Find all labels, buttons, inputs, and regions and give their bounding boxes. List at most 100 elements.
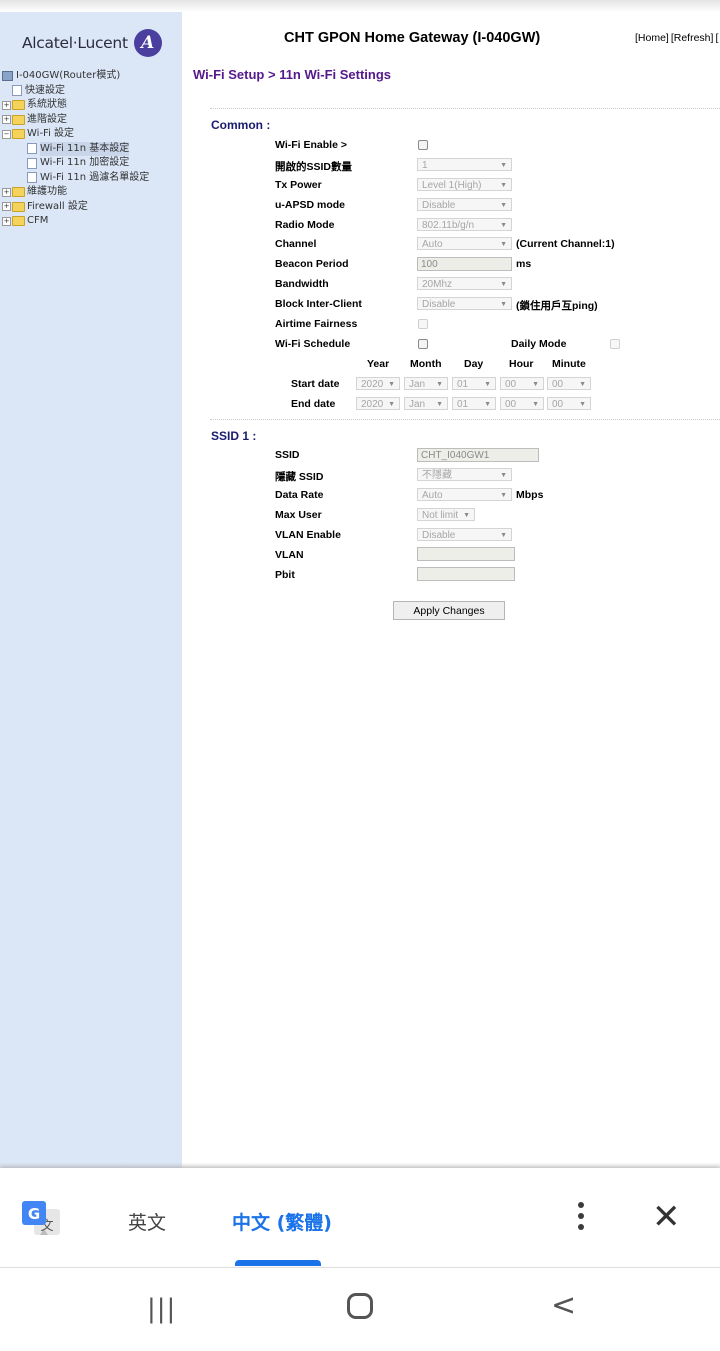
sidebar: Alcatel·Lucent A I-040GW(Router模式) 快速設定 … (0, 12, 182, 1168)
more-options-icon[interactable] (571, 1202, 591, 1236)
sidebar-item-advanced[interactable]: + 進階設定 (2, 113, 149, 128)
home-icon[interactable] (347, 1293, 373, 1319)
radio-mode-select[interactable]: 802.11b/g/n ▼ (417, 218, 512, 231)
back-icon[interactable]: < (551, 1288, 576, 1323)
sidebar-item-maintenance[interactable]: + 維護功能 (2, 185, 149, 200)
col-day: Day (464, 358, 484, 370)
expand-plus-icon[interactable]: + (2, 100, 11, 110)
beacon-period-input[interactable]: 100 (417, 257, 512, 271)
start-hour-select[interactable]: 00 ▼ (500, 377, 544, 390)
beacon-unit: ms (516, 258, 532, 270)
start-day-select[interactable]: 01 ▼ (452, 377, 496, 390)
sidebar-item-quick-setup[interactable]: 快速設定 (2, 84, 149, 99)
browser-top-shadow (0, 0, 720, 12)
page-icon (27, 143, 37, 155)
end-date-label: End date (291, 398, 336, 410)
vlan-input[interactable] (417, 547, 515, 561)
start-month-select[interactable]: Jan ▼ (404, 377, 448, 390)
block-inter-client-select[interactable]: Disable ▼ (417, 297, 512, 310)
airtime-fairness-checkbox[interactable] (418, 319, 428, 329)
chevron-down-icon: ▼ (388, 381, 395, 388)
daily-mode-checkbox[interactable] (610, 339, 620, 349)
google-translate-icon[interactable]: 文 G (22, 1201, 62, 1237)
block-inter-client-label: Block Inter-Client (275, 298, 362, 310)
pbit-input[interactable] (417, 567, 515, 581)
sidebar-item-firewall[interactable]: + Firewall 設定 (2, 200, 149, 215)
sidebar-item-wifi-setup[interactable]: − Wi-Fi 設定 (2, 127, 149, 142)
chevron-down-icon: ▼ (500, 182, 507, 189)
wifi-enable-checkbox[interactable] (418, 140, 428, 150)
bandwidth-label: Bandwidth (275, 278, 329, 290)
folder-icon (12, 187, 25, 198)
vlan-enable-select[interactable]: Disable ▼ (417, 528, 512, 541)
chevron-down-icon: ▼ (579, 381, 586, 388)
start-minute-select[interactable]: 00 ▼ (547, 377, 591, 390)
section-title-ssid1: SSID 1 : (211, 429, 257, 443)
uapsd-select[interactable]: Disable ▼ (417, 198, 512, 211)
tree-root[interactable]: I-040GW(Router模式) (2, 69, 149, 84)
close-icon[interactable]: ✕ (652, 1200, 681, 1234)
expand-plus-icon[interactable]: + (2, 202, 11, 212)
hide-ssid-label: 隱藏 SSID (275, 471, 324, 483)
data-rate-select[interactable]: Auto ▼ (417, 488, 512, 501)
recent-apps-icon[interactable]: ||| (147, 1294, 176, 1324)
sidebar-item-cfm[interactable]: + CFM (2, 214, 149, 229)
chevron-down-icon: ▼ (484, 381, 491, 388)
page-title: CHT GPON Home Gateway (I-040GW) (284, 30, 541, 46)
col-month: Month (410, 358, 442, 370)
expand-plus-icon[interactable]: + (2, 187, 11, 197)
folder-icon (12, 201, 25, 212)
wifi-schedule-checkbox[interactable] (418, 339, 428, 349)
chevron-down-icon: ▼ (500, 202, 507, 209)
folder-icon (12, 114, 25, 125)
vlan-label: VLAN (275, 549, 304, 561)
expand-plus-icon[interactable]: + (2, 115, 11, 125)
chevron-down-icon: ▼ (500, 222, 507, 229)
nav-tree: I-040GW(Router模式) 快速設定 + 系統狀態 + 進階設定 − Wi-F… (2, 69, 149, 229)
collapse-minus-icon[interactable]: − (2, 129, 11, 139)
hide-ssid-select[interactable]: 不隱藏 ▼ (417, 468, 512, 481)
end-hour-select[interactable]: 00 ▼ (500, 397, 544, 410)
end-day-select[interactable]: 01 ▼ (452, 397, 496, 410)
beacon-period-label: Beacon Period (275, 258, 349, 270)
refresh-link[interactable]: [Refresh] (671, 32, 714, 44)
bandwidth-select[interactable]: 20Mhz ▼ (417, 277, 512, 290)
end-minute-select[interactable]: 00 ▼ (547, 397, 591, 410)
uapsd-label: u-APSD mode (275, 199, 346, 211)
tab-source-language[interactable]: 英文 (128, 1208, 166, 1235)
svg-text:G: G (28, 1205, 40, 1223)
chevron-down-icon: ▼ (500, 162, 507, 169)
brand-logo[interactable]: Alcatel·Lucent A (22, 29, 162, 57)
home-link[interactable]: [Home] (635, 32, 669, 44)
header-links: [Home] [Refresh][ (635, 32, 720, 44)
current-channel-note: (Current Channel:1) (516, 238, 615, 250)
tab-target-language[interactable]: 中文 (繁體) (232, 1208, 332, 1235)
max-user-label: Max User (275, 509, 322, 521)
daily-mode-label: Daily Mode (511, 338, 567, 350)
ssid-label: SSID (275, 449, 300, 461)
sidebar-item-wifi-basic[interactable]: Wi-Fi 11n 基本設定 (2, 141, 149, 156)
page-icon (12, 85, 22, 97)
apply-changes-button[interactable]: Apply Changes (393, 601, 505, 620)
data-rate-unit: Mbps (516, 489, 544, 501)
folder-icon (12, 216, 25, 227)
sidebar-item-system-status[interactable]: + 系統狀態 (2, 98, 149, 113)
max-user-select[interactable]: Not limit ▼ (417, 508, 475, 521)
channel-select[interactable]: Auto ▼ (417, 237, 512, 250)
expand-plus-icon[interactable]: + (2, 216, 11, 226)
sidebar-item-wifi-security[interactable]: Wi-Fi 11n 加密設定 (2, 156, 149, 171)
end-year-select[interactable]: 2020 ▼ (356, 397, 400, 410)
end-month-select[interactable]: Jan ▼ (404, 397, 448, 410)
tx-power-select[interactable]: Level 1(High) ▼ (417, 178, 512, 191)
start-year-select[interactable]: 2020 ▼ (356, 377, 400, 390)
airtime-fairness-label: Airtime Fairness (275, 318, 358, 330)
sidebar-item-wifi-filter[interactable]: Wi-Fi 11n 過濾名單設定 (2, 171, 149, 186)
vlan-enable-label: VLAN Enable (275, 529, 341, 541)
ssid-input[interactable]: CHT_I040GW1 (417, 448, 539, 462)
truncated-link[interactable]: [ (715, 32, 718, 44)
channel-label: Channel (275, 238, 317, 250)
system-nav-bar: ||| < (0, 1267, 720, 1351)
tab-active-indicator (235, 1260, 321, 1266)
col-year: Year (367, 358, 390, 370)
ssid-count-select[interactable]: 1 ▼ (417, 158, 512, 171)
